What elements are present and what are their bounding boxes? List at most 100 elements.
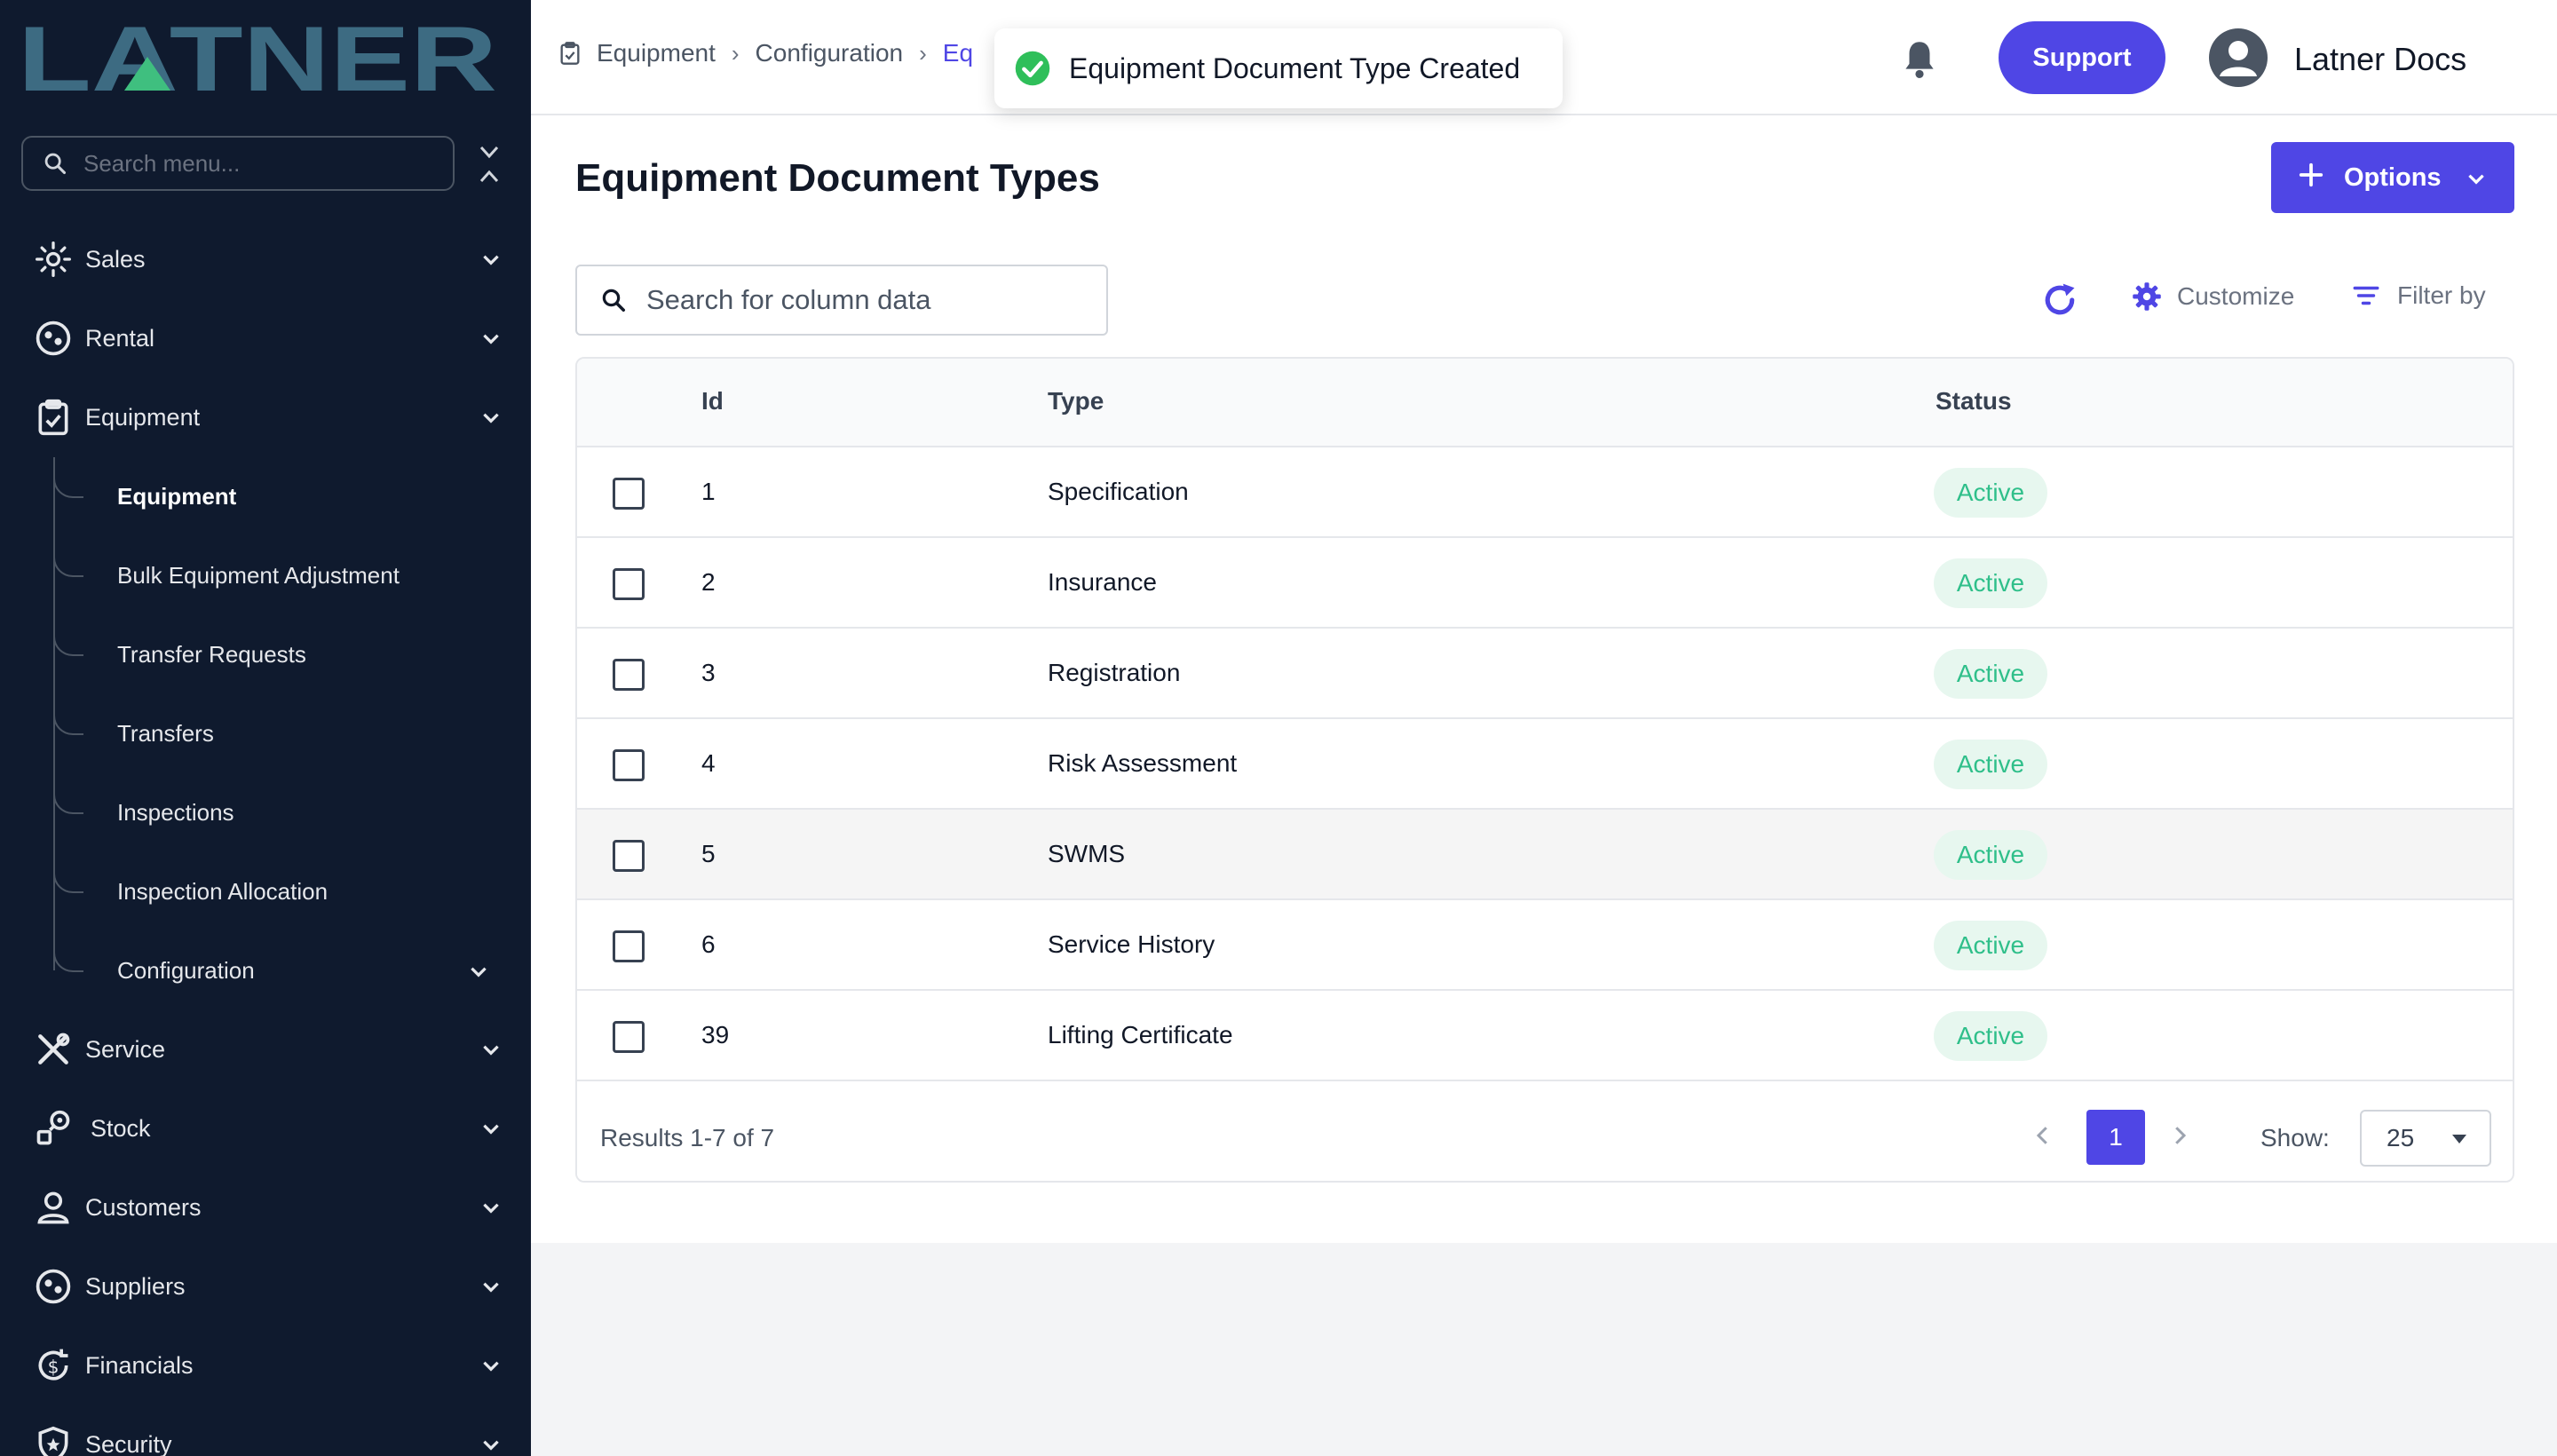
- cell-type: Risk Assessment: [1048, 749, 1238, 777]
- cell-type: Specification: [1048, 478, 1189, 505]
- stock-icon: [36, 1110, 70, 1145]
- table-row[interactable]: 39 Lifting Certificate Active: [577, 991, 2513, 1081]
- sidebar-item-financials[interactable]: $ Financials: [0, 1330, 531, 1401]
- cell-id: 3: [701, 659, 716, 686]
- breadcrumb-current: Eq: [942, 39, 974, 67]
- sidebar-subitem-label: Inspection Allocation: [117, 878, 329, 905]
- chevron-right-icon[interactable]: [2166, 1122, 2193, 1149]
- user-avatar-icon: [2220, 41, 2257, 76]
- chevron-down-icon: [483, 1124, 499, 1135]
- sidebar-subitem-transfer-requests[interactable]: Transfer Requests: [0, 619, 531, 690]
- avatar[interactable]: [2209, 28, 2268, 87]
- sidebar-search-input[interactable]: Search menu...: [21, 136, 455, 191]
- sidebar-subitem-label: Equipment: [117, 483, 237, 510]
- plus-icon: [2299, 162, 2323, 187]
- table-header: Id Type Status: [577, 359, 2513, 447]
- sidebar-item-rental[interactable]: Rental: [0, 303, 531, 374]
- cell-id: 2: [701, 568, 716, 596]
- user-name[interactable]: Latner Docs: [2294, 41, 2466, 78]
- chevron-down-icon: [2468, 174, 2484, 185]
- cell-type: Service History: [1048, 930, 1215, 958]
- page-1-button[interactable]: 1: [2086, 1110, 2145, 1165]
- sales-icon: [36, 241, 71, 277]
- collapse-menu-icon[interactable]: [476, 142, 503, 186]
- table-row[interactable]: 5 SWMS Active: [577, 810, 2513, 900]
- table-row[interactable]: 2 Insurance Active: [577, 538, 2513, 629]
- sidebar: LATNER Search menu... Sales Rental Equip…: [0, 0, 531, 1456]
- customize-button[interactable]: Customize: [2131, 281, 2294, 313]
- results-count: Results 1-7 of 7: [600, 1124, 775, 1151]
- table-row[interactable]: 1 Specification Active: [577, 447, 2513, 538]
- sidebar-item-security[interactable]: Security: [0, 1409, 531, 1456]
- latner-logo[interactable]: LATNER: [18, 20, 497, 98]
- column-header-id[interactable]: Id: [701, 387, 724, 415]
- status-badge: Active: [1934, 740, 2047, 789]
- status-badge: Active: [1934, 558, 2047, 608]
- clipboard-icon: [560, 42, 580, 65]
- page-size-value: 25: [2387, 1124, 2415, 1151]
- sidebar-subitem-configuration[interactable]: Configuration: [0, 935, 531, 1006]
- row-checkbox[interactable]: [613, 930, 645, 962]
- row-checkbox[interactable]: [613, 478, 645, 510]
- sidebar-item-stock[interactable]: Stock: [0, 1093, 531, 1164]
- row-checkbox[interactable]: [613, 1021, 645, 1053]
- sidebar-item-customers[interactable]: Customers: [0, 1172, 531, 1243]
- sidebar-item-label: Security: [85, 1430, 172, 1456]
- column-header-status[interactable]: Status: [1936, 387, 2012, 415]
- breadcrumb-equipment[interactable]: Equipment: [597, 39, 716, 67]
- sidebar-item-label: Equipment: [85, 403, 201, 431]
- sidebar-subitem-transfers[interactable]: Transfers: [0, 698, 531, 769]
- search-icon: [602, 289, 625, 312]
- sidebar-item-suppliers[interactable]: Suppliers: [0, 1251, 531, 1322]
- status-badge: Active: [1934, 830, 2047, 880]
- chevron-right-icon: ›: [731, 39, 740, 67]
- bell-icon[interactable]: [1902, 39, 1937, 80]
- cell-id: 1: [701, 478, 716, 505]
- suppliers-icon: [36, 1269, 71, 1304]
- filter-by-button[interactable]: Filter by: [2351, 281, 2486, 311]
- sidebar-subitem-equipment[interactable]: Equipment: [0, 461, 531, 532]
- sidebar-item-label: Rental: [85, 324, 155, 352]
- row-checkbox[interactable]: [613, 749, 645, 781]
- shield-icon: [38, 1426, 68, 1456]
- main-content: Equipment Document Types Options Search …: [531, 115, 2557, 1243]
- column-header-type[interactable]: Type: [1048, 387, 1104, 415]
- sidebar-item-label: Service: [85, 1035, 166, 1063]
- table-search-input[interactable]: Search for column data: [575, 265, 1108, 336]
- check-circle-icon: [1015, 51, 1050, 86]
- support-button[interactable]: Support: [1999, 21, 2165, 94]
- chevron-right-icon: ›: [919, 39, 927, 67]
- sidebar-subitem-bulk-equipment-adjustment[interactable]: Bulk Equipment Adjustment: [0, 540, 531, 611]
- row-checkbox[interactable]: [613, 659, 645, 691]
- table-row[interactable]: 3 Registration Active: [577, 629, 2513, 719]
- page-size-label: Show:: [2260, 1124, 2330, 1151]
- customize-label: Customize: [2177, 282, 2295, 310]
- sidebar-item-service[interactable]: Service: [0, 1014, 531, 1085]
- sidebar-subitem-inspections[interactable]: Inspections: [0, 777, 531, 848]
- filter-icon: [2353, 286, 2379, 305]
- chevron-down-icon: [471, 967, 487, 977]
- table-row[interactable]: 4 Risk Assessment Active: [577, 719, 2513, 810]
- page-size-select[interactable]: 25: [2360, 1110, 2491, 1167]
- refresh-icon[interactable]: [2040, 281, 2079, 320]
- sidebar-item-sales[interactable]: Sales: [0, 224, 531, 295]
- sidebar-item-label: Sales: [85, 245, 146, 273]
- sidebar-subitem-inspection-allocation[interactable]: Inspection Allocation: [0, 856, 531, 927]
- sidebar-item-label: Suppliers: [85, 1272, 186, 1300]
- breadcrumb-configuration[interactable]: Configuration: [756, 39, 904, 67]
- clipboard-icon: [38, 399, 68, 436]
- caret-down-icon: [2452, 1135, 2466, 1143]
- table-footer: Results 1-7 of 7 1 Show: 25: [577, 1088, 2513, 1181]
- gear-icon: [2133, 282, 2161, 311]
- table-row[interactable]: 6 Service History Active: [577, 900, 2513, 991]
- row-checkbox[interactable]: [613, 840, 645, 872]
- search-icon: [44, 153, 67, 175]
- cell-id: 5: [701, 840, 716, 867]
- chevron-left-icon[interactable]: [2030, 1122, 2056, 1149]
- chevron-down-icon: [483, 1361, 499, 1372]
- status-badge: Active: [1934, 468, 2047, 518]
- sidebar-item-equipment[interactable]: Equipment: [0, 382, 531, 453]
- options-button[interactable]: Options: [2271, 142, 2514, 213]
- row-checkbox[interactable]: [613, 568, 645, 600]
- dollar-icon: $: [38, 1349, 68, 1381]
